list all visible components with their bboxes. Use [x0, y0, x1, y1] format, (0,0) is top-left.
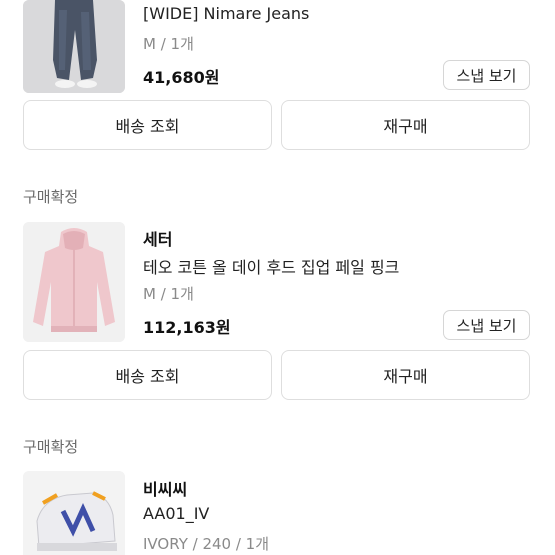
product-option: M / 1개 [143, 285, 194, 303]
product-name[interactable]: [WIDE] Nimare Jeans [143, 4, 309, 23]
product-name[interactable]: 테오 코튼 올 데이 후드 집업 페일 핑크 [143, 254, 399, 278]
product-name[interactable]: AA01_IV [143, 504, 209, 523]
product-thumbnail-hoodie[interactable] [23, 222, 125, 342]
product-brand[interactable]: 세터 [143, 226, 172, 250]
order-status: 구매확정 [23, 438, 79, 456]
product-option: M / 1개 [143, 35, 194, 53]
rebuy-button[interactable]: 재구매 [281, 350, 530, 400]
track-delivery-button[interactable]: 배송 조회 [23, 350, 272, 400]
product-price: 112,163원 [143, 318, 231, 337]
track-delivery-button[interactable]: 배송 조회 [23, 100, 272, 150]
product-thumbnail-jeans[interactable] [23, 0, 125, 93]
order-status: 구매확정 [23, 188, 79, 206]
view-snap-button[interactable]: 스냅 보기 [443, 310, 530, 340]
product-brand[interactable]: 비씨씨 [143, 476, 187, 500]
product-price: 41,680원 [143, 68, 220, 87]
product-thumbnail-sneaker[interactable] [23, 471, 125, 555]
rebuy-button[interactable]: 재구매 [281, 100, 530, 150]
product-option: IVORY / 240 / 1개 [143, 535, 270, 553]
view-snap-button[interactable]: 스냅 보기 [443, 60, 530, 90]
